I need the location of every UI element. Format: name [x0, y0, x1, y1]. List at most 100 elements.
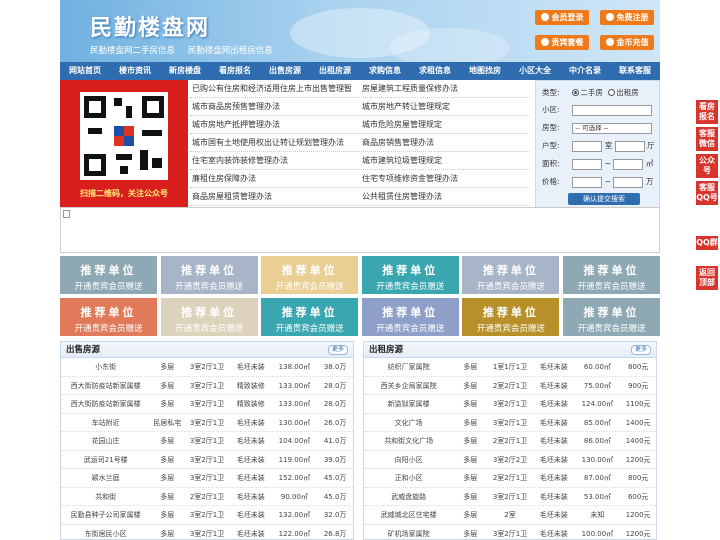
- policy-link[interactable]: 城市商品房预售管理办法: [190, 98, 360, 115]
- listing-row[interactable]: 纺织厂家属院 多层 1室1厅1卫 毛坯未装 60.00㎡ 800元: [364, 358, 656, 377]
- listing-decoration: 精致装修: [236, 400, 265, 408]
- search-submit-button[interactable]: 确认提交搜索: [568, 193, 640, 205]
- sale-listings-panel: 出售房源 更多 小东街 多层 3室2厅1卫 毛坯未装 138.00㎡ 38.0万 西大街防疫…: [60, 341, 354, 540]
- nav-communities[interactable]: 小区大全: [510, 62, 560, 80]
- radio-secondhand[interactable]: [572, 89, 580, 96]
- listing-layout: 2室2厅1卫: [492, 437, 528, 445]
- listing-row[interactable]: 车站附近 民居私宅 3室2厅1卫 毛坯未装 130.00㎡ 26.0万: [61, 414, 353, 432]
- listing-row[interactable]: 共和街文化广场 多层 2室2厅1卫 毛坯未装 86.00㎡ 1400元: [364, 432, 656, 451]
- tagline-rental-link[interactable]: 民勤楼盘网出租房信息: [188, 46, 273, 56]
- side-qq-button[interactable]: 客服QQ号: [696, 181, 718, 205]
- listing-layout: 1室1厅1卫: [492, 363, 528, 371]
- type-row: 类型: 二手房 出租房: [542, 88, 639, 97]
- policy-link[interactable]: 城市国有土地使用权出让转让规划管理办法: [190, 134, 360, 151]
- nav-map-search[interactable]: 地图找房: [460, 62, 510, 80]
- coin-recharge-button[interactable]: 金币充值: [600, 35, 654, 50]
- policy-link[interactable]: 已购公有住房和经济适用住房上市出售管理暂: [190, 80, 360, 97]
- room-type-select[interactable]: -- 可选择 --: [572, 122, 653, 134]
- policy-link[interactable]: 房屋建筑工程质量保修办法: [360, 80, 530, 97]
- policy-link[interactable]: 廉租住房保障办法: [190, 170, 360, 187]
- listing-row[interactable]: 颖水兰庭 多层 3室2厅1卫 毛坯未装 152.00㎡ 45.0万: [61, 469, 353, 488]
- listing-row[interactable]: 东街居民小区 多层 3室2厅1卫 毛坯未装 122.00㎡ 26.8万: [61, 525, 353, 540]
- listing-row[interactable]: 武威城北区住宅楼 多层 2室 毛坯未装 未知 1200元: [364, 506, 656, 525]
- price-min-input[interactable]: [572, 176, 603, 188]
- recommended-unit-tile[interactable]: 推荐单位 开通贵宾会员赠送: [160, 256, 258, 294]
- radio-rental[interactable]: [608, 89, 616, 96]
- listing-building-type: 多层: [463, 492, 478, 501]
- policy-link[interactable]: 商品房销售管理办法: [360, 134, 530, 151]
- side-qq-group-button[interactable]: QQ群: [696, 236, 718, 250]
- policy-link[interactable]: 商品房屋租赁管理办法: [190, 188, 360, 205]
- listing-row[interactable]: 西大街防疫站新家属楼 多层 3室2厅1卫 精致装修 133.00㎡ 28.0万: [61, 377, 353, 395]
- recommended-unit-tile[interactable]: 推荐单位 开通贵宾会员赠送: [361, 298, 459, 336]
- area-max-input[interactable]: [613, 158, 644, 170]
- side-viewing-signup-button[interactable]: 看房报名: [696, 100, 718, 124]
- side-back-to-top-button[interactable]: 返回顶部: [696, 266, 718, 290]
- free-register-button[interactable]: 免费注册: [600, 10, 654, 25]
- bedroom-select[interactable]: [572, 140, 603, 152]
- listing-row[interactable]: 共和街 多层 2室2厅1卫 毛坯未装 90.00㎡ 45.0万: [61, 488, 353, 506]
- policy-link[interactable]: 城市房地产抵押管理办法: [190, 116, 360, 133]
- recommended-unit-tile[interactable]: 推荐单位 开通贵宾会员赠送: [563, 298, 660, 336]
- link-row: 已购公有住房和经济适用住房上市出售管理暂 房屋建筑工程质量保修办法: [190, 80, 530, 98]
- member-login-button[interactable]: 会员登录: [535, 10, 589, 25]
- listing-row[interactable]: 矿机场家属院 多层 3室2厅1卫 毛坯未装 100.00㎡ 1200元: [364, 525, 656, 540]
- rent-more-button[interactable]: 更多: [630, 345, 651, 355]
- nav-viewing-signup[interactable]: 看房报名: [210, 62, 260, 80]
- nav-wanted-rent[interactable]: 求租信息: [410, 62, 460, 80]
- tile-title: 推荐单位: [583, 306, 640, 319]
- listing-row[interactable]: 正和小区 多层 2室2厅1卫 毛坯未装 87.00㎡ 800元: [364, 469, 656, 488]
- side-official-account-button[interactable]: 公众号: [696, 154, 718, 178]
- rent-listings-title: 出租房源: [364, 342, 656, 358]
- policy-link[interactable]: 公共租赁住房管理办法: [360, 188, 530, 205]
- listing-row[interactable]: 文化广场 多层 3室2厅1卫 毛坯未装 85.00㎡ 1400元: [364, 414, 656, 432]
- listing-row[interactable]: 武运司21号楼 多层 3室2厅1卫 毛坯未装 119.00㎡ 39.0万: [61, 451, 353, 469]
- tagline-secondhand-link[interactable]: 民勤楼盘网二手房信息: [90, 46, 175, 56]
- nav-for-sale[interactable]: 出售房源: [260, 62, 310, 80]
- nav-wanted-buy[interactable]: 求购信息: [360, 62, 410, 80]
- recommended-unit-tile[interactable]: 推荐单位 开通贵宾会员赠送: [60, 256, 157, 294]
- listing-row[interactable]: 向阳小区 多层 3室2厅2卫 毛坯未装 130.00㎡ 1200元: [364, 451, 656, 469]
- tile-subtitle: 开通贵宾会员赠送: [376, 282, 445, 292]
- listing-row[interactable]: 民勤县种子公司家属楼 多层 3室2厅1卫 毛坯未装 132.00㎡ 32.0万: [61, 506, 353, 525]
- ad-banner[interactable]: [60, 207, 660, 253]
- recommended-unit-tile[interactable]: 推荐单位 开通贵宾会员赠送: [462, 298, 560, 336]
- listing-row[interactable]: 西大街防疫站新家属楼 多层 3室2厅1卫 精致装修 133.00㎡ 28.0万: [61, 395, 353, 414]
- recommended-unit-tile[interactable]: 推荐单位 开通贵宾会员赠送: [563, 256, 660, 294]
- tile-title: 推荐单位: [281, 264, 338, 277]
- listing-row[interactable]: 花园山庄 多层 3室2厅1卫 毛坯未装 104.00㎡ 41.0万: [61, 432, 353, 451]
- nav-contact[interactable]: 联系客服: [610, 62, 660, 80]
- recommended-unit-tile[interactable]: 推荐单位 开通贵宾会员赠送: [261, 256, 359, 294]
- recommended-unit-tile[interactable]: 推荐单位 开通贵宾会员赠送: [60, 298, 157, 336]
- price-max-input[interactable]: [613, 176, 644, 188]
- listing-row[interactable]: 新监狱家属楼 多层 3室2厅1卫 毛坯未装 124.00㎡ 1100元: [364, 395, 656, 414]
- nav-for-rent[interactable]: 出租房源: [310, 62, 360, 80]
- listing-building-type: 多层: [463, 400, 478, 408]
- nav-agents[interactable]: 中介名录: [560, 62, 610, 80]
- nav-news[interactable]: 楼市资讯: [110, 62, 160, 80]
- community-input[interactable]: [572, 104, 653, 116]
- top-section: 扫描二维码，关注公众号 已购公有住房和经济适用住房上市出售管理暂 房屋建筑工程质量…: [60, 80, 660, 208]
- nav-new-homes[interactable]: 新房楼盘: [160, 62, 210, 80]
- policy-link[interactable]: 住宅室内装饰装修管理办法: [190, 152, 360, 169]
- listing-row[interactable]: 西关乡企局家属院 多层 2室2厅1卫 毛坯未装 75.00㎡ 900元: [364, 377, 656, 395]
- policy-link[interactable]: 城市房地产转让管理规定: [360, 98, 530, 115]
- policy-link[interactable]: 城市危险房屋管理规定: [360, 116, 530, 133]
- listing-row[interactable]: 武威盘旋路 多层 3室2厅1卫 毛坯未装 53.00㎡ 600元: [364, 488, 656, 506]
- recommended-unit-tile[interactable]: 推荐单位 开通贵宾会员赠送: [261, 298, 359, 336]
- recommended-unit-tile[interactable]: 推荐单位 开通贵宾会员赠送: [462, 256, 560, 294]
- vip-package-button[interactable]: 贵宾套餐: [535, 35, 589, 50]
- sale-more-button[interactable]: 更多: [327, 345, 348, 355]
- livingroom-select[interactable]: [614, 140, 645, 152]
- listing-row[interactable]: 小东街 多层 3室2厅1卫 毛坯未装 138.00㎡ 38.0万: [61, 358, 353, 377]
- nav-home[interactable]: 网站首页: [60, 62, 110, 80]
- listing-community: 小东街: [95, 363, 117, 371]
- site-logo[interactable]: 民勤楼盘网: [90, 10, 210, 42]
- policy-link[interactable]: 住宅专项维修资金管理办法: [360, 170, 530, 187]
- recommended-unit-tile[interactable]: 推荐单位 开通贵宾会员赠送: [361, 256, 459, 294]
- area-min-input[interactable]: [572, 158, 603, 170]
- listing-decoration: 毛坯未装: [236, 511, 265, 519]
- policy-link[interactable]: 城市建筑垃圾管理规定: [360, 152, 530, 169]
- side-wechat-button[interactable]: 客服微信: [696, 127, 718, 151]
- recommended-unit-tile[interactable]: 推荐单位 开通贵宾会员赠送: [160, 298, 258, 336]
